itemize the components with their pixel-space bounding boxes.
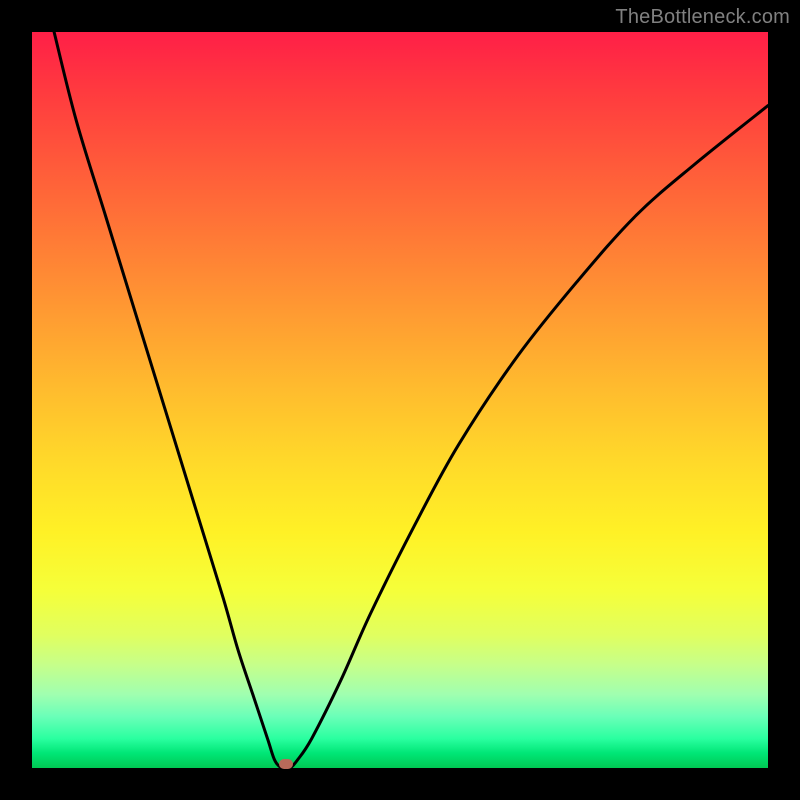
plot-area xyxy=(32,32,768,768)
chart-frame: TheBottleneck.com xyxy=(0,0,800,800)
curve-path xyxy=(54,32,768,768)
bottleneck-curve xyxy=(32,32,768,768)
minimum-marker xyxy=(279,759,293,769)
watermark-text: TheBottleneck.com xyxy=(615,6,790,29)
